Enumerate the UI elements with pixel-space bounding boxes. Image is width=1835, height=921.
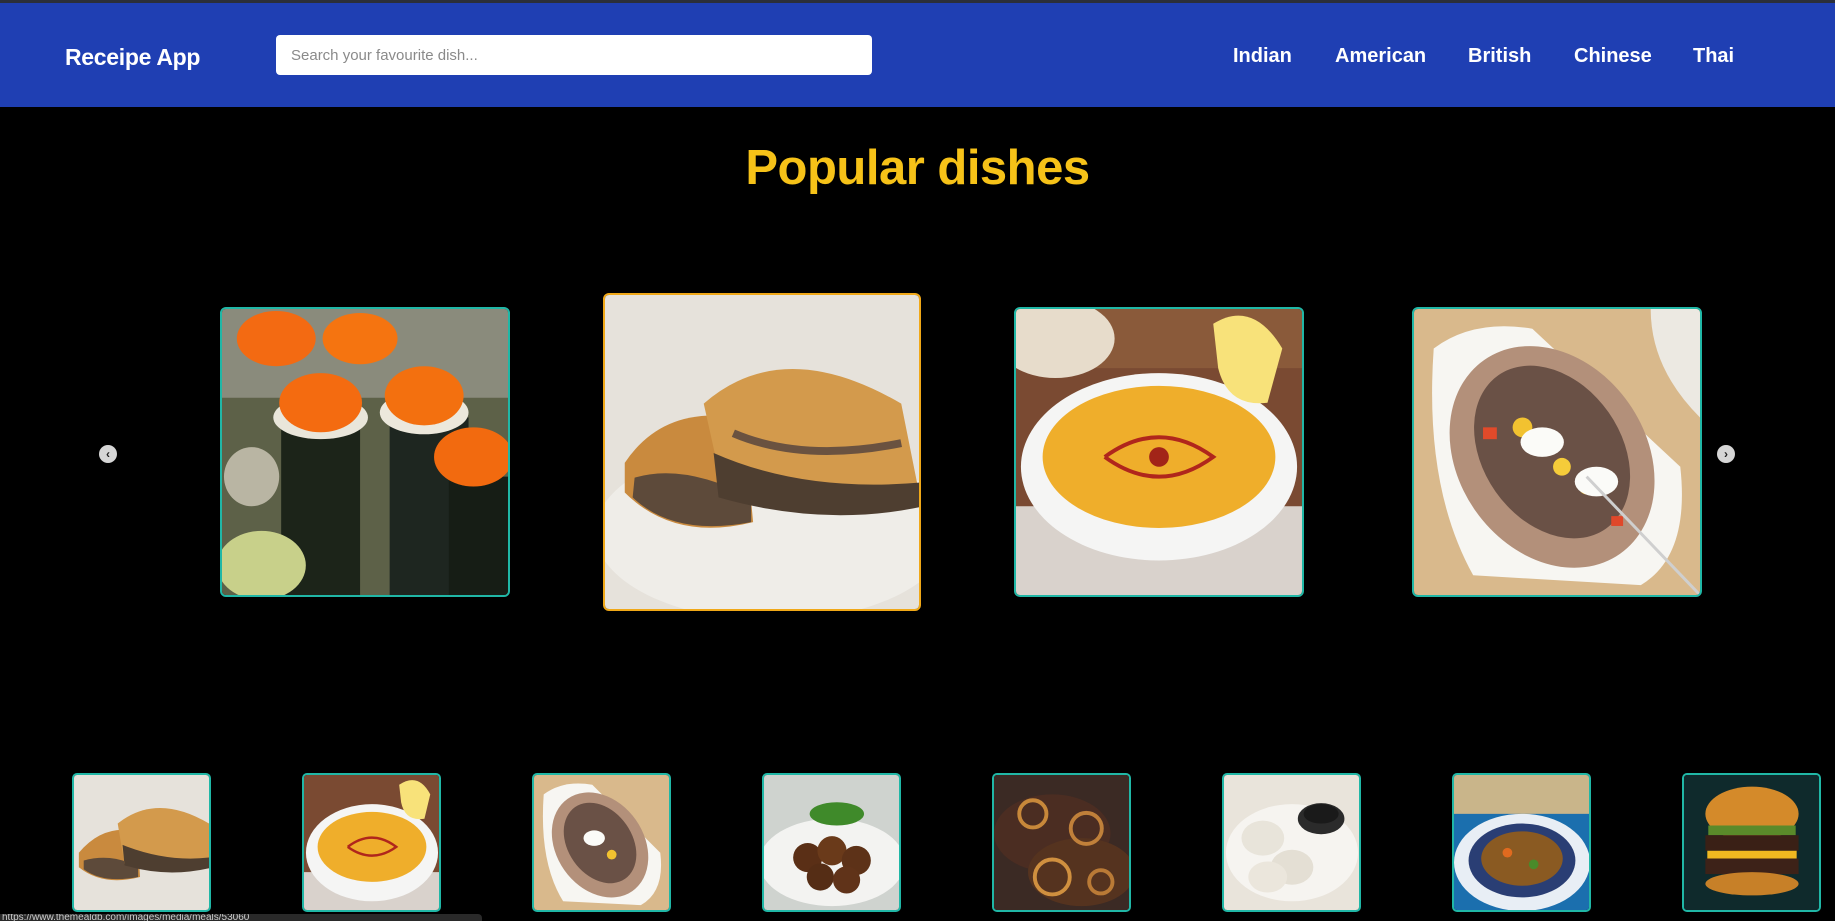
- carousel-item-burek[interactable]: [603, 293, 921, 611]
- nav-british[interactable]: British: [1468, 45, 1531, 68]
- burek-pie-image: [605, 295, 919, 609]
- browser-status-url: https://www.themealdb.com/images/media/m…: [0, 914, 482, 921]
- carousel-item-soup[interactable]: [1014, 307, 1304, 597]
- thumbnail-dumplings[interactable]: [1222, 773, 1361, 912]
- lentil-soup-image: [1016, 309, 1302, 595]
- beef-onions-image: [994, 775, 1129, 910]
- dumplings-image: [1224, 775, 1359, 910]
- thumbnail-soup[interactable]: [302, 773, 441, 912]
- thumbnail-burger[interactable]: [1682, 773, 1821, 912]
- lentil-soup-image: [304, 775, 439, 910]
- sushi-image: [222, 309, 508, 595]
- burger-image: [1684, 775, 1819, 910]
- thumbnail-burek[interactable]: [72, 773, 211, 912]
- carousel-item-potato[interactable]: [1412, 307, 1702, 597]
- search-input[interactable]: [276, 35, 872, 75]
- chevron-left-icon[interactable]: ‹: [99, 445, 117, 463]
- nav-indian[interactable]: Indian: [1233, 45, 1292, 68]
- page-title: Popular dishes: [745, 141, 1090, 195]
- nav-american[interactable]: American: [1335, 45, 1426, 68]
- top-navbar: Receipe App Indian American British Chin…: [0, 3, 1835, 107]
- stuffed-potato-image: [534, 775, 669, 910]
- app-brand[interactable]: Receipe App: [65, 44, 200, 71]
- thumbnail-falafel[interactable]: [762, 773, 901, 912]
- falafel-image: [764, 775, 899, 910]
- stuffed-potato-image: [1414, 309, 1700, 595]
- nav-thai[interactable]: Thai: [1693, 45, 1734, 68]
- chevron-right-icon[interactable]: ›: [1717, 445, 1735, 463]
- nav-chinese[interactable]: Chinese: [1574, 45, 1652, 68]
- carousel-item-sushi[interactable]: [220, 307, 510, 597]
- thumbnail-potato[interactable]: [532, 773, 671, 912]
- burek-pie-image: [74, 775, 209, 910]
- thumbnail-beef[interactable]: [992, 773, 1131, 912]
- thumbnail-stew[interactable]: [1452, 773, 1591, 912]
- stew-bowl-image: [1454, 775, 1589, 910]
